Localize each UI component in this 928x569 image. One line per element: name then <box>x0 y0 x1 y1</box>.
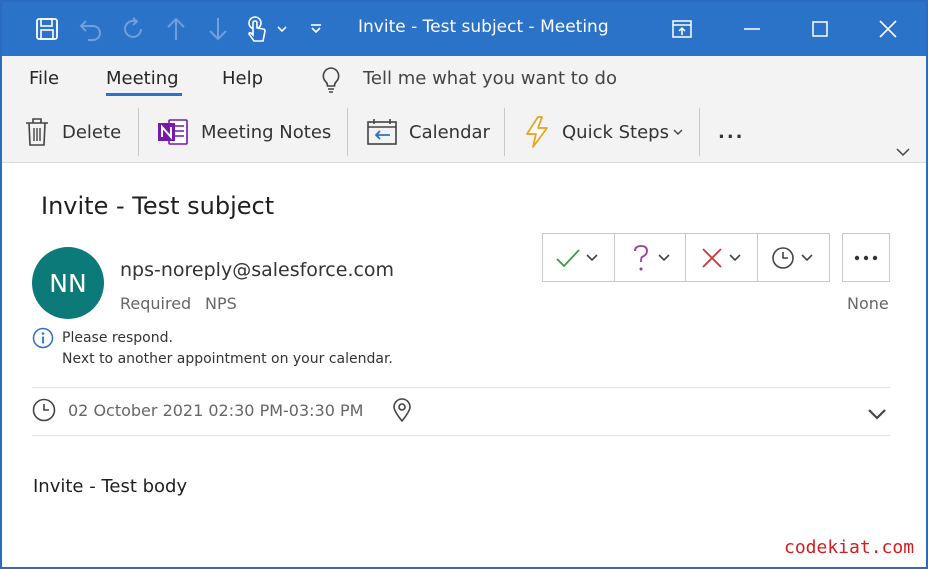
message-body: Invite - Test body <box>33 476 188 497</box>
required-label: Required <box>120 294 192 313</box>
active-tab-indicator <box>106 93 182 96</box>
propose-new-time-button[interactable] <box>758 234 830 281</box>
calendar-button[interactable]: Calendar <box>367 110 490 154</box>
ribbon-divider <box>504 108 505 156</box>
up-arrow-icon[interactable] <box>160 2 192 56</box>
notice-conflict: Next to another appointment on your cale… <box>62 351 393 367</box>
clock-icon <box>32 398 56 426</box>
tab-file[interactable]: File <box>29 68 59 89</box>
save-icon[interactable] <box>30 2 64 56</box>
divider <box>32 435 890 436</box>
minimize-button[interactable] <box>718 2 786 56</box>
title-bar: Invite - Test subject - Meeting <box>2 2 926 56</box>
onenote-icon <box>157 117 189 147</box>
chevron-down-icon <box>673 128 683 136</box>
ribbon: Delete Meeting Notes Calendar Quick Step… <box>2 102 926 163</box>
chevron-down-icon[interactable] <box>274 2 290 56</box>
menu-bar: File Meeting Help Tell me what you want … <box>2 56 926 102</box>
redo-icon[interactable] <box>116 2 150 56</box>
ribbon-divider <box>699 108 700 156</box>
ribbon-more-label: ... <box>718 121 745 143</box>
question-mark-icon <box>633 244 670 270</box>
info-icon <box>32 327 54 353</box>
meeting-notes-button[interactable]: Meeting Notes <box>157 110 331 154</box>
close-icon <box>702 247 741 268</box>
notice-respond: Please respond. <box>62 330 173 346</box>
avatar[interactable]: NN <box>32 247 104 319</box>
tab-meeting[interactable]: Meeting <box>106 68 179 89</box>
lightbulb-icon <box>320 66 342 98</box>
close-button[interactable] <box>854 2 922 56</box>
response-buttons <box>542 233 830 282</box>
lightning-icon <box>524 116 550 148</box>
ribbon-display-options-icon[interactable] <box>648 2 716 56</box>
accept-button[interactable] <box>543 234 615 281</box>
chevron-down-icon[interactable] <box>895 142 911 161</box>
quick-steps-button[interactable]: Quick Steps <box>524 110 683 154</box>
meeting-datetime: 02 October 2021 02:30 PM-03:30 PM <box>68 401 364 420</box>
ribbon-divider <box>347 108 348 156</box>
delete-button[interactable]: Delete <box>24 110 121 154</box>
avatar-initials: NN <box>49 268 87 298</box>
tab-help[interactable]: Help <box>222 68 263 89</box>
ribbon-divider <box>138 108 139 156</box>
maximize-button[interactable] <box>786 2 854 56</box>
calendar-label: Calendar <box>409 121 490 143</box>
location-pin-icon <box>392 398 412 426</box>
touch-mode-icon[interactable] <box>242 2 272 56</box>
ellipsis-icon <box>854 255 878 260</box>
meeting-notes-label: Meeting Notes <box>201 121 332 143</box>
required-attendee[interactable]: NPS <box>205 294 237 313</box>
trash-icon <box>24 117 50 147</box>
message-subject: Invite - Test subject <box>41 192 275 220</box>
calendar-icon <box>367 118 397 146</box>
delete-label: Delete <box>62 121 122 143</box>
chevron-down-icon[interactable] <box>866 406 888 425</box>
sender-address[interactable]: nps-noreply@salesforce.com <box>120 259 394 281</box>
decline-button[interactable] <box>686 234 758 281</box>
clock-icon <box>772 246 813 269</box>
down-arrow-icon[interactable] <box>202 2 234 56</box>
checkmark-icon <box>556 248 598 267</box>
watermark: codekiat.com <box>784 537 915 558</box>
tentative-button[interactable] <box>615 234 686 281</box>
tell-me-search[interactable]: Tell me what you want to do <box>363 68 617 89</box>
meeting-window: Invite - Test subject - Meeting File Mee… <box>0 0 928 569</box>
customize-toolbar-icon[interactable] <box>304 2 328 56</box>
quick-steps-label: Quick Steps <box>562 121 669 143</box>
more-actions-button[interactable] <box>842 233 890 282</box>
undo-icon[interactable] <box>74 2 108 56</box>
window-title: Invite - Test subject - Meeting <box>358 17 609 37</box>
response-status: None <box>847 294 889 313</box>
divider <box>32 387 890 388</box>
ribbon-more-button[interactable]: ... <box>718 110 745 154</box>
